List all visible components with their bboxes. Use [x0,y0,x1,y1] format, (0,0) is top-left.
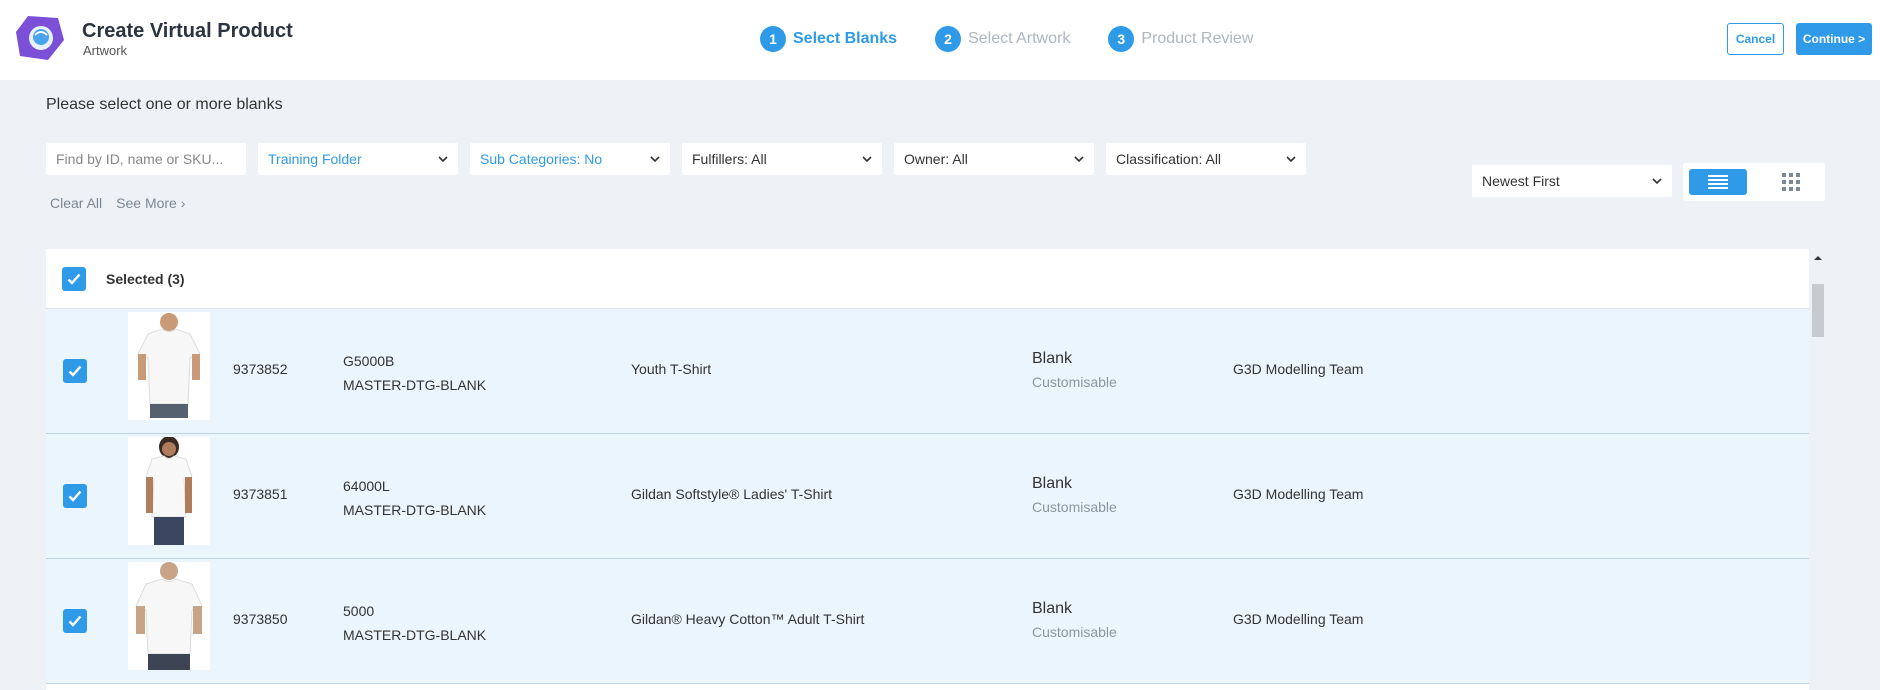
step-number: 1 [760,26,786,52]
step-product-review[interactable]: 3 Product Review [1108,26,1253,52]
table-row[interactable]: 9373850 5000 MASTER-DTG-BLANK Gildan® He… [46,559,1809,684]
owner-select[interactable]: Owner: All [894,143,1094,175]
product-owner: G3D Modelling Team [1233,486,1364,502]
chevron-down-icon [650,156,660,163]
header: Create Virtual Product Artwork 1 Select … [0,0,1880,80]
step-label: Select Blanks [793,30,898,47]
view-toggle [1683,163,1825,201]
list-view-button[interactable] [1689,169,1747,195]
check-icon [68,365,82,377]
cancel-button[interactable]: Cancel [1727,23,1784,55]
instruction-text: Please select one or more blanks [46,96,283,113]
folder-select-value: Training Folder [268,151,362,167]
fulfillers-select[interactable]: Fulfillers: All [682,143,882,175]
product-type: Blank Customisable [1032,597,1117,643]
product-type-value: Blank [1032,600,1073,617]
list-icon [1708,175,1728,189]
product-type-value: Blank [1032,350,1073,367]
see-more-link[interactable]: See More › [116,195,185,211]
product-type: Blank Customisable [1032,472,1117,518]
table-row[interactable]: 9373852 G5000B MASTER-DTG-BLANK Youth T-… [46,309,1809,434]
grid-view-button[interactable] [1779,169,1803,195]
product-code: G5000B MASTER-DTG-BLANK [343,349,486,397]
product-code-value: 5000 [343,603,375,619]
scroll-up-arrow-icon[interactable] [1812,252,1824,264]
product-thumbnail [128,312,210,420]
select-all-checkbox[interactable] [62,267,86,291]
step-number: 3 [1108,26,1135,52]
step-label: Product Review [1141,30,1254,47]
product-subtype: Customisable [1032,374,1117,390]
subcategories-select[interactable]: Sub Categories: No [470,143,670,175]
app-logo-icon [16,16,64,60]
page-title: Create Virtual Product [82,20,293,42]
product-sku: MASTER-DTG-BLANK [343,627,487,643]
continue-button[interactable]: Continue > [1796,23,1872,55]
folder-select[interactable]: Training Folder [258,143,458,175]
product-name: Youth T-Shirt [631,361,712,377]
product-id: 9373850 [233,611,288,627]
table-header: Selected (3) [46,249,1809,309]
chevron-down-icon [1074,156,1084,163]
sort-select-value: Newest First [1482,173,1560,189]
table-row[interactable]: 9373851 64000L MASTER-DTG-BLANK Gildan S… [46,434,1809,559]
product-name: Gildan Softstyle® Ladies' T-Shirt [631,486,833,502]
scrollbar-thumb[interactable] [1812,284,1824,337]
chevron-down-icon [438,156,448,163]
row-checkbox[interactable] [63,609,87,633]
product-id: 9373852 [233,361,288,377]
product-id: 9373851 [233,486,288,502]
row-checkbox[interactable] [63,484,87,508]
filter-links: Clear All See More › [50,195,199,211]
product-subtype: Customisable [1032,624,1117,640]
product-owner: G3D Modelling Team [1233,611,1364,627]
row-checkbox[interactable] [63,359,87,383]
subcategories-select-value: Sub Categories: No [480,151,603,167]
product-thumbnail [128,437,210,545]
product-name: Gildan® Heavy Cotton™ Adult T-Shirt [631,611,865,627]
product-subtype: Customisable [1032,499,1117,515]
owner-select-value: Owner: All [904,151,968,167]
product-code-value: 64000L [343,478,390,494]
step-select-artwork[interactable]: 2 Select Artwork [935,26,1070,52]
step-select-blanks[interactable]: 1 Select Blanks [760,26,897,52]
sort-select[interactable]: Newest First [1472,165,1672,197]
fulfillers-select-value: Fulfillers: All [692,151,767,167]
product-code: 5000 MASTER-DTG-BLANK [343,599,486,647]
product-code: 64000L MASTER-DTG-BLANK [343,474,486,522]
step-number: 2 [935,26,962,52]
product-thumbnail [128,562,210,670]
check-icon [67,273,81,285]
chevron-down-icon [862,156,872,163]
check-icon [68,490,82,502]
blanks-table: Selected (3) 9373852 G5000B MASTER-DTG-B… [46,249,1809,690]
product-code-value: G5000B [343,353,395,369]
product-owner: G3D Modelling Team [1233,361,1364,377]
classification-select-value: Classification: All [1116,151,1222,167]
product-sku: MASTER-DTG-BLANK [343,502,487,518]
page-subtitle: Artwork [83,43,128,58]
clear-all-link[interactable]: Clear All [50,195,102,211]
step-label: Select Artwork [968,30,1071,47]
product-sku: MASTER-DTG-BLANK [343,377,487,393]
search-input[interactable]: Find by ID, name or SKU... [46,143,246,175]
grid-icon [1782,173,1800,191]
chevron-down-icon [1286,156,1296,163]
product-type-value: Blank [1032,475,1073,492]
stepper: 1 Select Blanks 2 Select Artwork 3 Produ… [760,26,1291,52]
product-type: Blank Customisable [1032,347,1117,393]
selected-count: Selected (3) [106,271,185,287]
chevron-down-icon [1652,178,1662,185]
check-icon [68,615,82,627]
classification-select[interactable]: Classification: All [1106,143,1306,175]
